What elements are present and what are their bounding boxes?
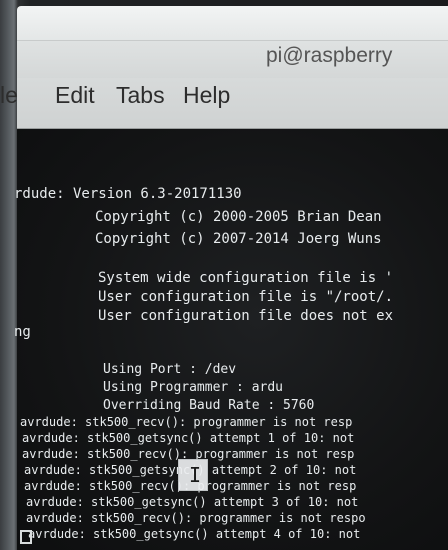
- terminal-line: User configuration file is "/root/.: [98, 289, 394, 305]
- terminal-line: rdude: Version 6.3-20171130: [14, 186, 242, 202]
- terminal-caret: [20, 530, 32, 544]
- terminal-line: avrdude: stk500_getsync() attempt 4 of 1…: [28, 527, 361, 541]
- menu-edit[interactable]: Edit: [55, 82, 95, 109]
- window-title: pi@raspberry: [266, 44, 393, 67]
- terminal-line: Copyright (c) 2007-2014 Joerg Wuns: [95, 231, 382, 247]
- terminal-line: Copyright (c) 2000-2005 Brian Dean: [95, 209, 382, 225]
- text-cursor-icon: I: [189, 463, 202, 487]
- menu-help[interactable]: Help: [183, 82, 230, 109]
- terminal-line: User configuration file does not ex: [98, 308, 394, 324]
- menu-tabs[interactable]: Tabs: [116, 82, 165, 109]
- photo-frame: pi@raspberry le Edit Tabs Help rdude: Ve…: [0, 0, 448, 550]
- terminal-line: ng: [14, 324, 31, 340]
- terminal-line: Using Programmer : ardu: [103, 380, 284, 395]
- terminal-line: Using Port : /dev: [103, 362, 237, 377]
- terminal-line: avrdude: stk500_getsync() attempt 1 of 1…: [22, 431, 355, 445]
- window-top-area: [17, 6, 448, 40]
- terminal-line: Overriding Baud Rate : 5760: [103, 398, 315, 413]
- terminal-line: System wide configuration file is ': [98, 270, 394, 286]
- menu-file[interactable]: le: [0, 82, 18, 109]
- terminal-line: avrdude: stk500_getsync() attempt 3 of 1…: [26, 495, 359, 509]
- terminal-line: avrdude: stk500_recv(): programmer is no…: [20, 415, 353, 429]
- terminal-line: avrdude: stk500_recv(): programmer is no…: [26, 511, 366, 525]
